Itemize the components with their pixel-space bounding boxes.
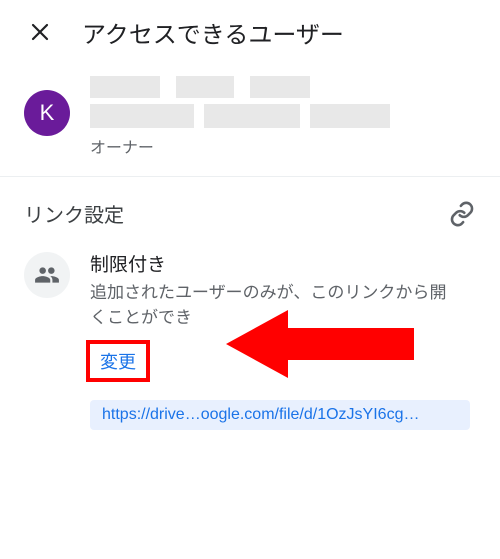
avatar: K bbox=[24, 90, 70, 136]
close-icon[interactable] bbox=[22, 14, 58, 50]
share-url[interactable]: https://drive…oogle.com/file/d/1OzJsYI6c… bbox=[90, 400, 470, 430]
change-button[interactable]: 変更 bbox=[86, 340, 150, 382]
dialog-header: アクセスできるユーザー bbox=[0, 0, 500, 64]
restricted-row: 制限付き 追加されたユーザーのみが、このリンクから開くことができ 変更 bbox=[0, 232, 500, 382]
link-settings-title: リンク設定 bbox=[24, 199, 124, 228]
owner-row: K オーナー bbox=[0, 64, 500, 176]
people-icon bbox=[24, 252, 70, 298]
restricted-title: 制限付き bbox=[90, 250, 476, 277]
redacted-name bbox=[90, 76, 476, 98]
owner-role-label: オーナー bbox=[90, 134, 476, 158]
link-settings-header: リンク設定 bbox=[0, 177, 500, 232]
page-title: アクセスできるユーザー bbox=[82, 15, 344, 50]
restricted-description: 追加されたユーザーのみが、このリンクから開くことができ bbox=[90, 281, 460, 330]
link-icon[interactable] bbox=[448, 200, 476, 228]
redacted-email bbox=[90, 104, 476, 128]
